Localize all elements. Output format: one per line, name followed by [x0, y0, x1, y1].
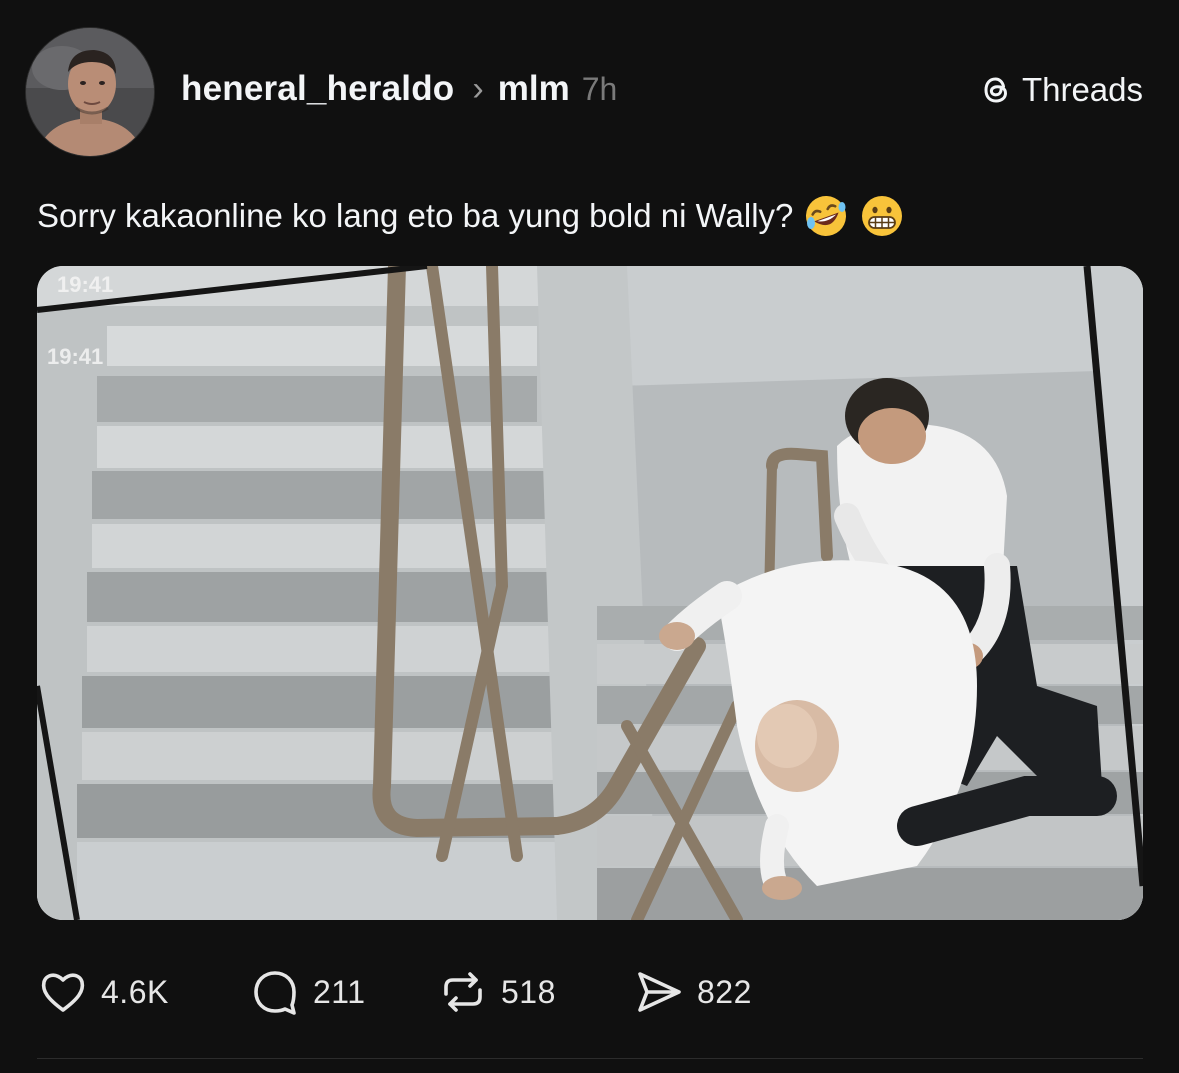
share-count: 822 — [697, 973, 752, 1010]
repost-count: 518 — [501, 973, 556, 1010]
topic-tag-link[interactable]: mlm — [498, 69, 570, 109]
username-link[interactable]: heneral_heraldo — [181, 69, 454, 109]
share-button[interactable]: 822 — [633, 962, 752, 1022]
send-icon — [633, 966, 685, 1018]
cctv-timestamp-2: 19:41 — [47, 344, 103, 369]
stairwell-photo: 19:41 19:41 — [37, 266, 1143, 920]
rolling-on-floor-laughing-emoji — [803, 193, 849, 239]
post-timestamp: 7h — [581, 70, 618, 107]
avatar[interactable] — [25, 27, 155, 157]
threads-logo-icon — [978, 72, 1014, 108]
heart-icon — [37, 966, 89, 1018]
avatar-image — [26, 28, 154, 156]
post-image[interactable]: 19:41 19:41 — [37, 266, 1143, 920]
threads-brand[interactable]: Threads — [978, 68, 1143, 112]
comment-count: 211 — [313, 973, 366, 1010]
threads-post: heneral_heraldo › mlm 7h Threads Sorry k… — [0, 0, 1179, 1073]
grimacing-face-emoji — [859, 193, 905, 239]
post-caption: Sorry kakaonline ko lang eto ba yung bol… — [37, 192, 905, 240]
chevron-right-icon: › — [472, 70, 484, 108]
like-count: 4.6K — [101, 973, 169, 1010]
cctv-timestamp-1: 19:41 — [57, 272, 113, 297]
post-actions: 4.6K 211 518 822 — [37, 962, 797, 1022]
post-divider — [37, 1058, 1143, 1059]
like-button[interactable]: 4.6K — [37, 962, 169, 1022]
caption-text: Sorry kakaonline ko lang eto ba yung bol… — [37, 197, 794, 234]
threads-brand-label: Threads — [1021, 71, 1143, 108]
repost-icon — [437, 966, 489, 1018]
comment-icon — [249, 966, 301, 1018]
comment-button[interactable]: 211 — [249, 962, 366, 1022]
repost-button[interactable]: 518 — [437, 962, 556, 1022]
post-header: heneral_heraldo › mlm 7h — [181, 66, 617, 112]
